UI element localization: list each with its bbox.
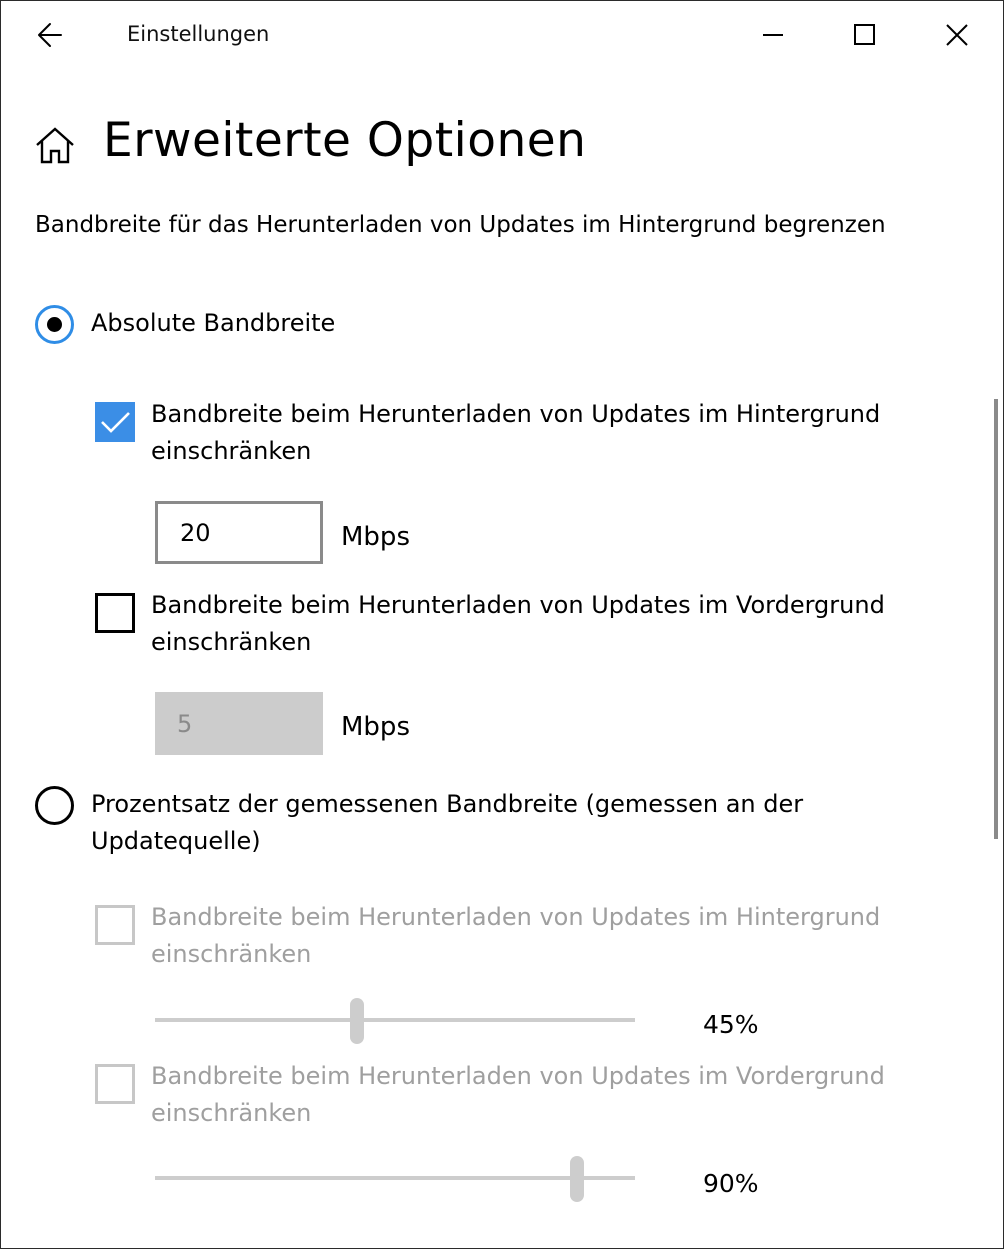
settings-window: Einstellungen Erweiterte Optionen Bandbr… [0,0,1004,1249]
checkbox-label: Bandbreite beim Herunterladen von Update… [151,591,885,656]
radio-button[interactable] [35,305,74,344]
foreground-unit-label: Mbps [341,712,410,742]
checkbox-percentage-background[interactable]: Bandbreite beim Herunterladen von Update… [95,903,931,973]
background-percentage-value: 45% [703,1010,759,1039]
close-icon [946,24,968,46]
checkbox-absolute-foreground[interactable]: Bandbreite beim Herunterladen von Update… [95,591,931,661]
checkbox-percentage-foreground[interactable]: Bandbreite beim Herunterladen von Update… [95,1062,931,1132]
minimize-button[interactable] [741,9,805,61]
checkbox[interactable] [95,1064,135,1104]
checkbox[interactable] [95,402,135,442]
page-title: Erweiterte Optionen [103,113,587,168]
foreground-percentage-slider[interactable] [155,1156,635,1204]
checkmark-icon [101,412,130,433]
section-description: Bandbreite für das Herunterladen von Upd… [35,212,886,238]
radio-absolute-bandwidth[interactable]: Absolute Bandbreite [35,305,851,344]
slider-track [155,1176,635,1180]
checkbox-label: Bandbreite beim Herunterladen von Update… [151,903,881,968]
checkbox-label: Bandbreite beim Herunterladen von Update… [151,400,881,465]
back-button[interactable] [23,13,79,57]
radio-label: Prozentsatz der gemessenen Bandbreite (g… [91,790,804,855]
maximize-icon [854,24,875,45]
background-bandwidth-input[interactable] [155,501,323,564]
foreground-percentage-value: 90% [703,1169,759,1198]
back-arrow-icon [38,23,62,47]
scrollbar[interactable] [994,399,998,839]
maximize-button[interactable] [833,9,897,61]
foreground-bandwidth-input[interactable] [155,692,323,755]
slider-thumb[interactable] [349,998,364,1044]
radio-label: Absolute Bandbreite [91,309,336,337]
background-unit-label: Mbps [341,522,410,552]
checkbox-absolute-background[interactable]: Bandbreite beim Herunterladen von Update… [95,400,931,470]
slider-thumb[interactable] [570,1156,585,1202]
slider-track [155,1018,635,1022]
checkbox[interactable] [95,593,135,633]
close-button[interactable] [925,9,989,61]
title-bar: Einstellungen [1,1,1003,69]
radio-percentage-bandwidth[interactable]: Prozentsatz der gemessenen Bandbreite (g… [35,786,851,860]
checkbox-label: Bandbreite beim Herunterladen von Update… [151,1062,885,1127]
checkbox[interactable] [95,905,135,945]
minimize-icon [763,34,783,36]
background-percentage-slider[interactable] [155,998,635,1046]
radio-button[interactable] [35,786,74,825]
home-icon[interactable] [34,125,76,167]
window-title: Einstellungen [127,22,270,46]
